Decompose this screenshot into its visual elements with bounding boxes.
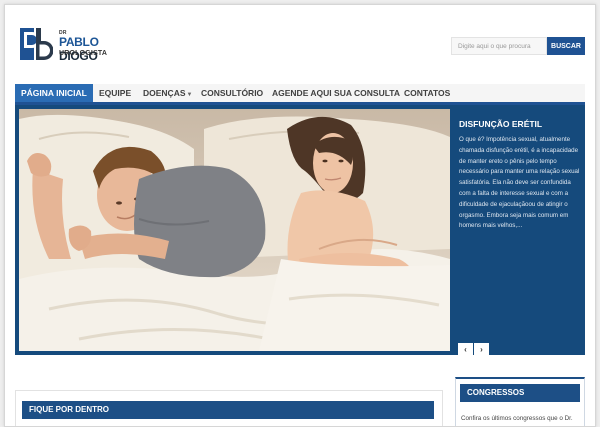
- page-frame: DR PABLO DIOGO UROLOGISTA BUSCAR PÁGINA …: [4, 4, 596, 427]
- nav-item-consultorio[interactable]: CONSULTÓRIO: [201, 84, 263, 102]
- slide-image[interactable]: [19, 109, 450, 351]
- search-form: BUSCAR: [451, 37, 585, 57]
- slider-next-button[interactable]: ›: [474, 343, 489, 357]
- nav-item-doencas[interactable]: DOENÇAS▼: [143, 84, 192, 102]
- fique-por-dentro-section: FIQUE POR DENTRO: [15, 390, 443, 426]
- logo-name: PABLO DIOGO: [59, 35, 139, 63]
- search-input[interactable]: [451, 37, 547, 55]
- search-button[interactable]: BUSCAR: [547, 37, 585, 55]
- main-nav: PÁGINA INICIAL EQUIPE DOENÇAS▼ CONSULTÓR…: [15, 84, 585, 105]
- logo-first-name: PABLO: [59, 35, 99, 49]
- nav-item-doencas-label: DOENÇAS: [143, 88, 186, 98]
- featured-slider: DISFUNÇÃO ERÉTIL O que é? Impotência sex…: [15, 105, 585, 357]
- nav-item-contatos[interactable]: CONTATOS: [404, 84, 450, 102]
- slide-excerpt: O que é? Impotência sexual, atualmente c…: [459, 136, 580, 230]
- congressos-text[interactable]: Confira os últimos congressos que o Dr.: [461, 415, 573, 422]
- pb-monogram-icon: [20, 28, 53, 60]
- congressos-title: CONGRESSOS: [460, 384, 580, 402]
- nav-item-pagina-inicial[interactable]: PÁGINA INICIAL: [15, 84, 93, 102]
- congressos-widget: CONGRESSOS Confira os últimos congressos…: [455, 377, 585, 426]
- nav-item-equipe[interactable]: EQUIPE: [99, 84, 131, 102]
- chevron-down-icon: ▼: [186, 92, 193, 98]
- logo-role: UROLOGISTA: [59, 50, 108, 57]
- nav-item-agende[interactable]: AGENDE AQUI SUA CONSULTA: [272, 84, 400, 102]
- slider-prev-button[interactable]: ‹: [458, 343, 473, 357]
- site-logo[interactable]: DR PABLO DIOGO UROLOGISTA: [19, 27, 139, 67]
- fique-por-dentro-title: FIQUE POR DENTRO: [22, 401, 434, 419]
- slide-title[interactable]: DISFUNÇÃO ERÉTIL: [459, 119, 542, 129]
- couple-in-bed-illustration: [19, 109, 450, 351]
